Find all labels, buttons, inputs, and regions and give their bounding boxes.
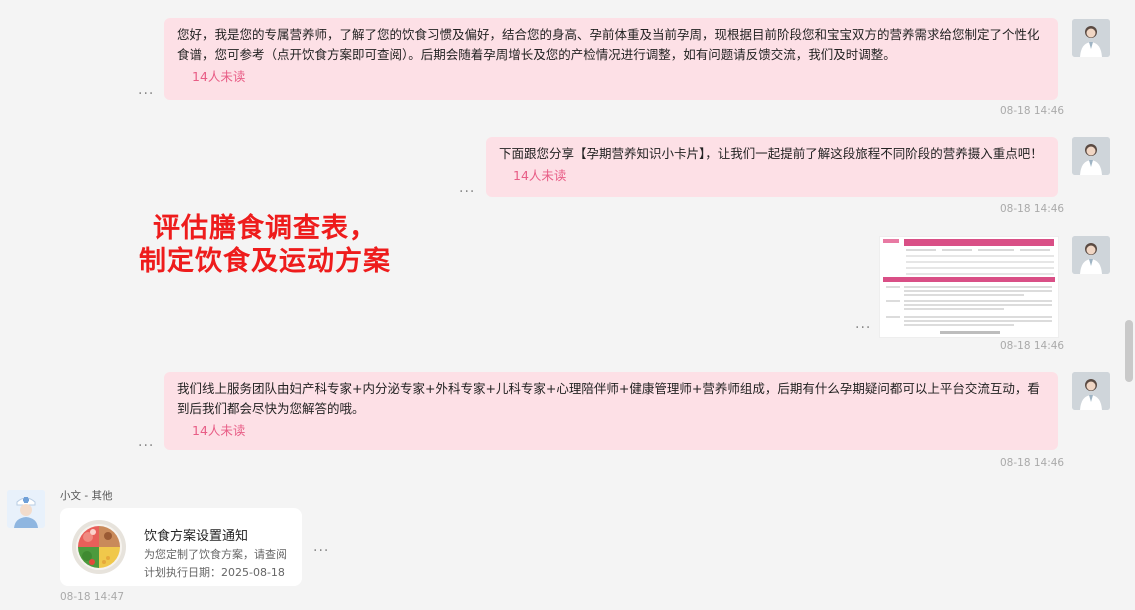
more-options-button[interactable]: ··· <box>313 543 329 559</box>
card-title: 饮食方案设置通知 <box>144 529 249 544</box>
doctor-avatar-icon[interactable] <box>1072 236 1110 274</box>
message-bubble[interactable]: 下面跟您分享【孕期营养知识小卡片】，让我们一起提前了解这段旅程不同阶段的营养摄入… <box>486 137 1058 197</box>
message-bubble[interactable]: 您好，我是您的专属营养师，了解了您的饮食习惯及偏好，结合您的身高、孕前体重及当前… <box>164 18 1058 100</box>
more-options-button[interactable]: ··· <box>459 184 475 200</box>
overlay-line-2: 制定饮食及运动方案 <box>139 246 391 277</box>
food-plate-icon <box>70 518 128 576</box>
overlay-line-1: 评估膳食调查表， <box>153 213 377 244</box>
more-options-button[interactable]: ··· <box>138 86 154 102</box>
scrollbar-thumb[interactable] <box>1125 320 1133 382</box>
nutrition-card-image[interactable] <box>879 236 1059 338</box>
card-subtitle: 为您定制了饮食方案，请查阅 <box>144 548 287 561</box>
message-timestamp: 08-18 14:47 <box>60 591 125 603</box>
message-text: 下面跟您分享【孕期营养知识小卡片】，让我们一起提前了解这段旅程不同阶段的营养摄入… <box>499 146 1043 161</box>
card-plan-date: 计划执行日期：2025-08-18 <box>144 566 285 579</box>
more-options-button[interactable]: ··· <box>855 320 871 336</box>
more-options-button[interactable]: ··· <box>138 438 154 454</box>
message-timestamp: 08-18 14:46 <box>1000 105 1065 117</box>
overlay-annotation: 评估膳食调查表， 制定饮食及运动方案 <box>120 212 410 278</box>
sender-name: 小文 - 其他 <box>60 490 113 502</box>
message-bubble[interactable]: 我们线上服务团队由妇产科专家+内分泌专家+外科专家+儿科专家+心理陪伴师+健康管… <box>164 372 1058 450</box>
doctor-avatar-icon[interactable] <box>1072 19 1110 57</box>
message-timestamp: 08-18 14:46 <box>1000 203 1065 215</box>
message-text: 您好，我是您的专属营养师，了解了您的饮食习惯及偏好，结合您的身高、孕前体重及当前… <box>177 27 1040 62</box>
unread-count[interactable]: 14人未读 <box>177 421 1044 441</box>
unread-count[interactable]: 14人未读 <box>499 166 1044 186</box>
message-text: 我们线上服务团队由妇产科专家+内分泌专家+外科专家+儿科专家+心理陪伴师+健康管… <box>177 381 1040 416</box>
message-timestamp: 08-18 14:46 <box>1000 457 1065 469</box>
doctor-avatar-icon[interactable] <box>1072 372 1110 410</box>
unread-count[interactable]: 14人未读 <box>177 67 1044 87</box>
doctor-avatar-icon[interactable] <box>1072 137 1110 175</box>
diet-plan-card[interactable]: 饮食方案设置通知 为您定制了饮食方案，请查阅 计划执行日期：2025-08-18 <box>60 508 302 586</box>
message-timestamp: 08-18 14:46 <box>1000 340 1065 352</box>
nurse-avatar-icon[interactable] <box>7 490 45 528</box>
